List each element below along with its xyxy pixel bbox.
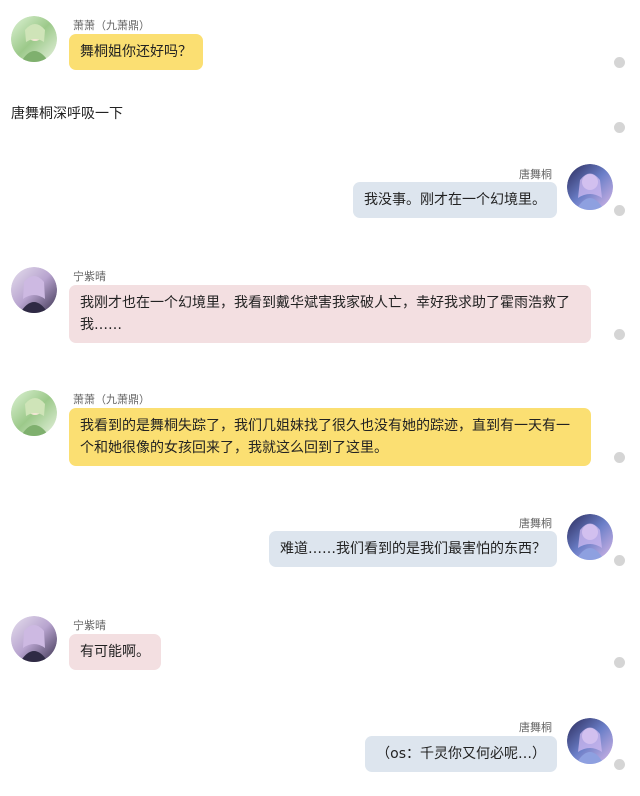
message-indicator-dot[interactable] <box>614 57 625 68</box>
chat-bubble: （os：千灵你又何必呢…） <box>365 736 557 772</box>
speaker-name: 宁紫晴 <box>73 619 106 632</box>
blue-fairy-avatar-icon[interactable] <box>567 514 613 560</box>
green-fairy-avatar-icon[interactable] <box>11 16 57 62</box>
speaker-name: 唐舞桐 <box>519 721 552 734</box>
message-indicator-dot[interactable] <box>614 329 625 340</box>
narration-text: 唐舞桐深呼吸一下 <box>11 106 123 122</box>
speaker-name: 唐舞桐 <box>519 517 552 530</box>
chat-bubble: 我没事。刚才在一个幻境里。 <box>353 182 557 218</box>
speaker-name: 萧萧（九萧鼎） <box>73 393 150 406</box>
blue-fairy-avatar-icon[interactable] <box>567 164 613 210</box>
message-indicator-dot[interactable] <box>614 122 625 133</box>
message-indicator-dot[interactable] <box>614 657 625 668</box>
purple-girl-avatar-icon[interactable] <box>11 267 57 313</box>
message-indicator-dot[interactable] <box>614 452 625 463</box>
chat-bubble: 舞桐姐你还好吗？ <box>69 34 203 70</box>
chat-bubble: 我刚才也在一个幻境里，我看到戴华斌害我家破人亡，幸好我求助了霍雨浩救了我…… <box>69 285 591 343</box>
speaker-name: 唐舞桐 <box>519 168 552 181</box>
message-indicator-dot[interactable] <box>614 759 625 770</box>
message-indicator-dot[interactable] <box>614 205 625 216</box>
purple-girl-avatar-icon[interactable] <box>11 616 57 662</box>
blue-fairy-avatar-icon[interactable] <box>567 718 613 764</box>
speaker-name: 宁紫晴 <box>73 270 106 283</box>
message-indicator-dot[interactable] <box>614 555 625 566</box>
chat-bubble: 我看到的是舞桐失踪了，我们几姐妹找了很久也没有她的踪迹，直到有一天有一个和她很像… <box>69 408 591 466</box>
green-fairy-avatar-icon[interactable] <box>11 390 57 436</box>
chat-bubble: 难道……我们看到的是我们最害怕的东西？ <box>269 531 557 567</box>
chat-bubble: 有可能啊。 <box>69 634 161 670</box>
speaker-name: 萧萧（九萧鼎） <box>73 19 150 32</box>
